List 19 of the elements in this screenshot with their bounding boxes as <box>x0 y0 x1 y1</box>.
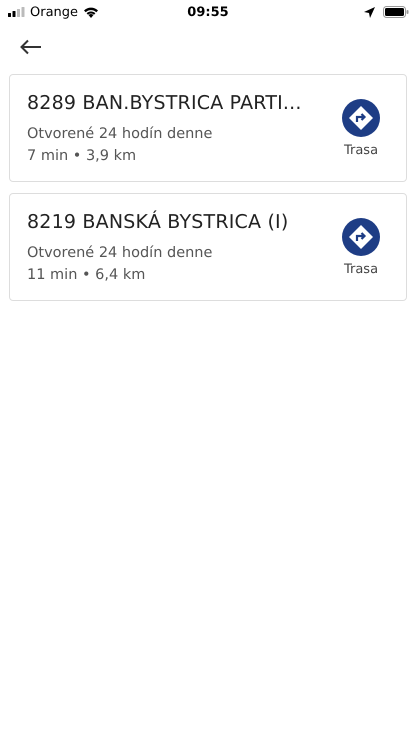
place-title: 8289 BAN.BYSTRICA PARTI... <box>27 92 302 114</box>
directions-icon <box>342 218 380 256</box>
carrier-name: Orange <box>30 4 78 20</box>
place-title: 8219 BANSKÁ BYSTRICA (I) <box>27 211 288 233</box>
directions-icon <box>342 98 380 136</box>
opening-hours: Otvorené 24 hodín denne <box>27 126 214 142</box>
travel-distance: 7 min • 3,9 km <box>27 148 138 164</box>
result-card[interactable]: 8289 BAN.BYSTRICA PARTI... Otvorené 24 hodín denne 7 min • 3,9 km Trasa <box>9 74 407 182</box>
status-time: 09:55 <box>187 4 229 20</box>
signal-icon <box>8 7 25 17</box>
wifi-icon <box>83 6 100 18</box>
opening-hours: Otvorené 24 hodín denne <box>27 245 214 261</box>
location-arrow-icon <box>364 6 375 18</box>
back-arrow-icon <box>20 39 42 55</box>
route-button[interactable]: Trasa <box>342 98 380 158</box>
travel-distance: 11 min • 6,4 km <box>27 267 146 283</box>
battery-icon <box>383 6 409 18</box>
route-button[interactable]: Trasa <box>342 218 380 276</box>
result-card[interactable]: 8219 BANSKÁ BYSTRICA (I) Otvorené 24 hodín denne 11 min • 6,4 km Trasa <box>9 193 407 301</box>
